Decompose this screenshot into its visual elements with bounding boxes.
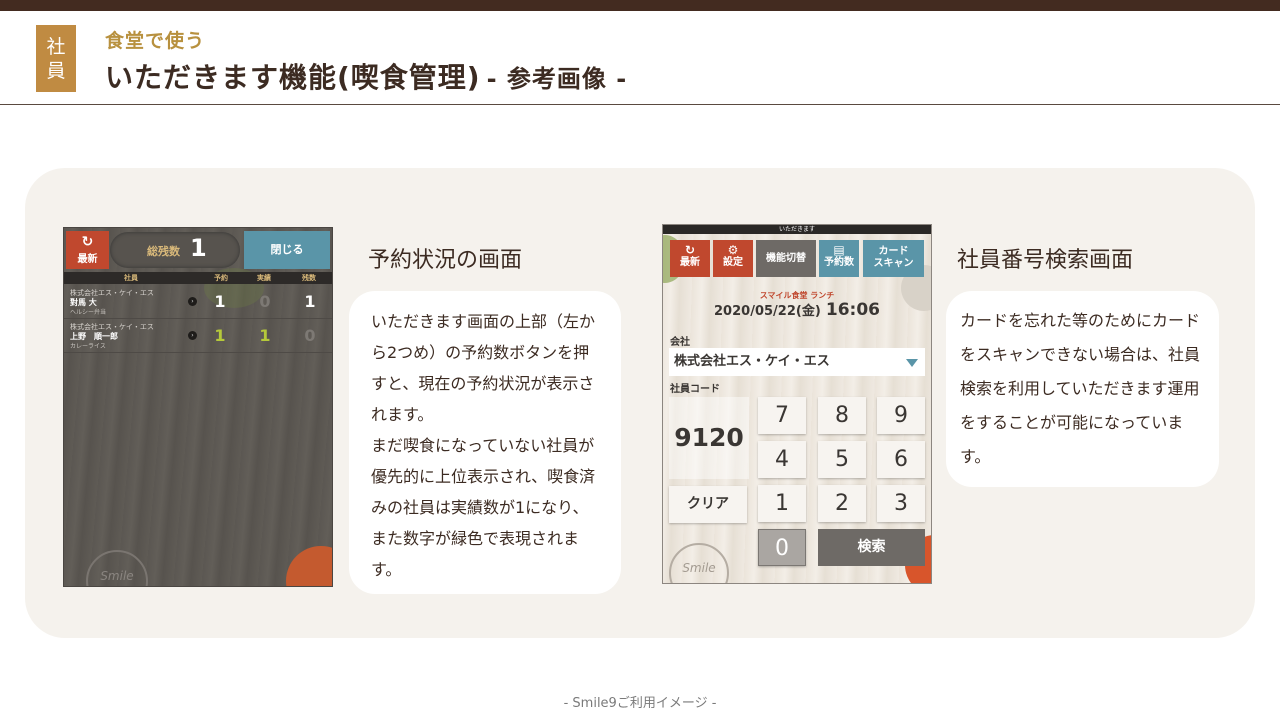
column-header-reserved: 予約	[214, 274, 228, 282]
keypad-key-5[interactable]: 5	[818, 441, 866, 478]
table-header: 社員 予約 実績 残数	[64, 272, 332, 284]
gear-icon: ⚙	[727, 243, 739, 257]
current-datetime: 2020/05/22(金) 16:06	[663, 300, 931, 320]
page-title-suffix: - 参考画像 -	[486, 65, 628, 93]
table-row[interactable]: 株式会社エス・ケイ・エス 上野 順一郎 カレーライス › 1 1 0	[64, 320, 332, 353]
employee-search-description: カードを忘れた等のためにカードをスキャンできない場合は、社員検索を利用していただ…	[946, 291, 1219, 487]
keypad-key-8[interactable]: 8	[818, 397, 866, 434]
row-reserved-count: 1	[214, 292, 226, 311]
employee-search-screenshot: いただきます ↻ 最新 ⚙ 設定 機能切替 ▤ 予約数 カード スキャン スマイ…	[662, 224, 932, 584]
close-button[interactable]: 閉じる	[244, 231, 330, 269]
keypad-key-2[interactable]: 2	[818, 485, 866, 522]
company-label: 会社	[670, 337, 690, 348]
refresh-label: 最新	[680, 257, 700, 268]
row-menu: ヘルシー弁当	[70, 309, 107, 316]
column-header-employee: 社員	[124, 274, 138, 282]
reservation-status-screenshot: ↻ 最新 総残数 1 閉じる 社員 予約 実績 残数 株式会社エス・ケイ・エス …	[63, 227, 333, 587]
total-remaining-value: 1	[190, 234, 207, 262]
row-reserved-count: 1	[214, 326, 226, 345]
keypad-key-9[interactable]: 9	[877, 397, 925, 434]
keypad-key-0[interactable]: 0	[758, 529, 806, 566]
row-actual-count: 1	[259, 326, 271, 345]
header-divider	[0, 104, 1280, 105]
app-title-bar: いただきます	[663, 225, 931, 234]
page-title-main: いただきます機能(喫食管理)	[105, 61, 481, 94]
table-row[interactable]: 株式会社エス・ケイ・エス 對馬 大 ヘルシー弁当 › 1 0 1	[64, 286, 332, 319]
reservation-count-label: 予約数	[824, 257, 854, 268]
badge-line-2: 員	[46, 59, 66, 82]
top-bar	[0, 0, 1280, 11]
total-remaining-label: 総残数	[147, 245, 180, 258]
settings-label: 設定	[723, 257, 743, 268]
smile-logo: Smile	[86, 550, 148, 586]
chevron-right-icon[interactable]: ›	[188, 331, 197, 340]
company-select-value: 株式会社エス・ケイ・エス	[674, 354, 830, 369]
clear-button[interactable]: クリア	[669, 486, 747, 523]
refresh-icon: ↻	[684, 243, 696, 257]
employee-search-title: 社員番号検索画面	[957, 248, 1134, 273]
total-remaining-display: 総残数 1	[110, 232, 240, 268]
chevron-right-icon[interactable]: ›	[188, 297, 197, 306]
current-time: 16:06	[825, 300, 880, 320]
category-badge: 社 員	[36, 25, 76, 92]
vegetable-decoration	[286, 546, 332, 586]
employee-code-label: 社員コード	[670, 384, 720, 395]
current-date: 2020/05/22(金)	[714, 304, 821, 319]
refresh-icon: ↻	[81, 234, 94, 250]
employee-code-input[interactable]: 9120	[669, 397, 749, 479]
list-icon: ▤	[833, 243, 845, 257]
refresh-button[interactable]: ↻ 最新	[670, 240, 710, 277]
card-scan-label-line2: スキャン	[873, 258, 914, 269]
reservation-status-title: 予約状況の画面	[368, 248, 523, 273]
chevron-down-icon	[906, 359, 918, 367]
search-button[interactable]: 検索	[818, 529, 925, 566]
keypad-key-3[interactable]: 3	[877, 485, 925, 522]
footer-caption: - Smile9ご利用イメージ -	[563, 696, 717, 711]
description-paragraph: いただきます画面の上部（左から2つめ）の予約数ボタンを押すと、現在の予約状況が表…	[371, 312, 596, 424]
page-title: いただきます機能(喫食管理) - 参考画像 -	[105, 56, 627, 96]
column-header-remaining: 残数	[302, 274, 316, 282]
function-switch-button[interactable]: 機能切替	[756, 240, 816, 277]
keypad-key-1[interactable]: 1	[758, 485, 806, 522]
reservation-count-button[interactable]: ▤ 予約数	[819, 240, 859, 277]
description-paragraph: カードを忘れた等のためにカードをスキャンできない場合は、社員検索を利用していただ…	[960, 311, 1201, 466]
smile-logo: Smile	[669, 543, 729, 583]
keypad-key-6[interactable]: 6	[877, 441, 925, 478]
keypad-key-7[interactable]: 7	[758, 397, 806, 434]
card-scan-button[interactable]: カード スキャン	[863, 240, 924, 277]
page-subtitle: 食堂で使う	[105, 30, 206, 52]
reservation-status-description: いただきます画面の上部（左から2つめ）の予約数ボタンを押すと、現在の予約状況が表…	[349, 291, 621, 594]
badge-line-1: 社	[46, 35, 66, 58]
card-scan-label-line1: カード	[878, 246, 909, 257]
refresh-button[interactable]: ↻ 最新	[66, 231, 109, 269]
row-remaining-count: 0	[304, 326, 316, 345]
row-remaining-count: 1	[304, 292, 316, 311]
description-paragraph: まだ喫食になっていない社員が優先的に上位表示され、喫食済みの社員は実績数が1にな…	[371, 436, 596, 579]
company-select[interactable]: 株式会社エス・ケイ・エス	[669, 348, 925, 376]
row-menu: カレーライス	[70, 343, 106, 350]
row-actual-count: 0	[259, 292, 271, 311]
keypad-key-4[interactable]: 4	[758, 441, 806, 478]
column-header-actual: 実績	[257, 274, 271, 282]
refresh-label: 最新	[77, 254, 98, 265]
settings-button[interactable]: ⚙ 設定	[713, 240, 753, 277]
